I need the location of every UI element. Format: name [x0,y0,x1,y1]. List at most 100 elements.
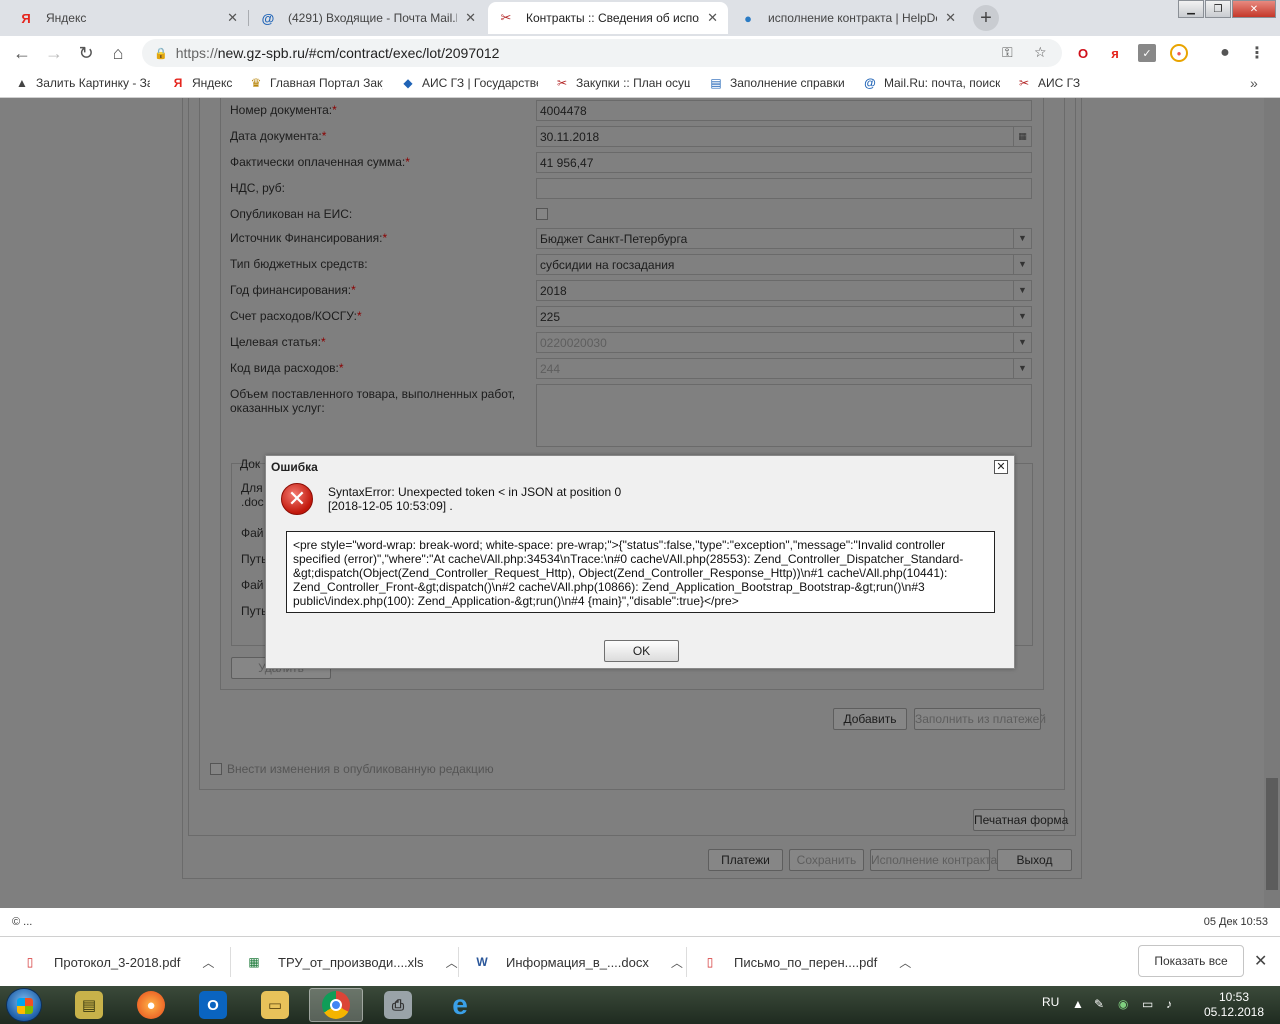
download-item[interactable]: ▯ Протокол_3-2018.pdf ︿ [22,937,215,987]
tray-monitor-icon[interactable]: ▭ [1142,997,1153,1011]
hint-text: Для [241,481,263,495]
chevron-up-icon[interactable]: ︿ [446,954,458,971]
minimize-button[interactable]: ▁ [1178,0,1204,18]
menu-icon[interactable]: ⋮ [1248,44,1266,62]
doc-date-label: Дата документа:* [230,129,327,143]
page-scrollbar[interactable] [1264,98,1280,908]
tray-tool-icon[interactable]: ✎ [1094,997,1104,1011]
browser-toolbar: ← → ↻ ⌂ 🔒 https://new.gz-spb.ru/#cm/cont… [0,36,1280,70]
chevron-up-icon[interactable]: ︿ [671,954,683,971]
address-bar[interactable]: 🔒 https://new.gz-spb.ru/#cm/contract/exe… [142,39,1062,67]
download-item[interactable]: ▯ Письмо_по_перен....pdf ︿ [702,937,912,987]
chevron-up-icon[interactable]: ︿ [202,954,214,971]
internet-explorer-icon: e [452,989,468,1020]
star-icon[interactable]: ☆ [1034,44,1047,61]
word-icon: W [476,955,488,969]
doc-number-input[interactable]: 4004478 [536,100,1032,121]
counter-icon[interactable]: ● [1170,44,1188,62]
dialog-close-button[interactable]: ✕ [994,460,1008,474]
tab-mail[interactable]: @ (4291) Входящие - Почта Mail.Ru ✕ [250,2,486,34]
funding-year-select[interactable]: 2018 ▼ [536,280,1032,301]
close-icon[interactable]: ✕ [465,10,476,26]
show-all-downloads-button[interactable]: Показать все [1138,945,1244,977]
exit-button[interactable]: Выход [997,849,1072,871]
path-label: Путь [241,604,268,618]
download-item[interactable]: W Информация_в_....docx ︿ [474,937,683,987]
vat-input[interactable] [536,178,1032,199]
account-select[interactable]: 225 ▼ [536,306,1032,327]
fill-from-payments-button[interactable]: Заполнить из платежей [914,708,1046,730]
profile-icon[interactable]: ● [1216,44,1234,62]
save-button[interactable]: Сохранить [789,849,864,871]
bookmark-item[interactable]: @ Mail.Ru: почта, поиск [862,75,1000,91]
budget-type-select[interactable]: субсидии на госзадания ▼ [536,254,1032,275]
taskbar-app-firefox[interactable]: ● [124,988,178,1022]
bookmark-label: Mail.Ru: почта, поиск [884,76,1000,90]
new-tab-button[interactable]: + [973,5,999,31]
taskbar-app-explorer[interactable]: ▭ [248,988,302,1022]
taskbar-app-fax[interactable]: ⎙ [371,988,425,1022]
close-icon[interactable]: ✕ [227,10,238,26]
tray-security-icon[interactable]: ◉ [1118,997,1128,1011]
bookmark-item[interactable]: Я Яндекс [170,75,232,91]
error-message-line: SyntaxError: Unexpected token < in JSON … [328,485,622,499]
payments-button[interactable]: Платежи [708,849,783,871]
start-button[interactable] [6,988,42,1022]
scrollbar-thumb[interactable] [1266,778,1278,890]
calendar-icon[interactable]: ▦ [1013,127,1031,146]
bookmark-item[interactable]: ✂ АИС ГЗ [1016,75,1086,91]
close-icon[interactable]: ✕ [945,10,956,26]
bookmark-label: Главная Портал Заку [270,76,383,90]
bookmarks-overflow-icon[interactable]: » [1250,75,1258,91]
print-form-button[interactable]: Печатная форма [973,809,1068,831]
tab-contracts[interactable]: ✂ Контракты :: Сведения об испол ✕ [488,2,728,34]
documents-group-legend: Док [240,457,261,471]
divider [686,947,687,977]
funding-source-select[interactable]: Бюджет Санкт-Петербурга ▼ [536,228,1032,249]
window-close-button[interactable]: ✕ [1232,0,1276,18]
tray-expand-icon[interactable]: ▲ [1072,997,1084,1011]
ok-button[interactable]: OK [604,640,679,662]
forward-button[interactable]: → [42,41,66,65]
download-item[interactable]: ▦ ТРУ_от_производи....xls ︿ [246,937,458,987]
taskbar-app-chrome[interactable] [309,988,363,1022]
key-icon[interactable]: ⚿ [1002,44,1013,61]
extension-icon[interactable]: ✓ [1138,44,1156,62]
add-button[interactable]: Добавить [833,708,907,730]
taskbar-app-outlook[interactable]: O [186,988,240,1022]
published-checkbox[interactable] [536,208,548,220]
expense-code-select[interactable]: 244 ▼ [536,358,1032,379]
bookmark-item[interactable]: ◆ АИС ГЗ | Государстве [400,75,538,91]
volume-icon[interactable]: ♪ [1166,997,1172,1011]
bookmark-item[interactable]: ▤ Заполнение справки [708,75,845,91]
home-button[interactable]: ⌂ [106,41,130,65]
close-icon[interactable]: ✕ [707,10,718,26]
doc-date-input[interactable]: 30.11.2018 ▦ [536,126,1032,147]
taskbar-app-explorer-notes[interactable]: ▤ [62,988,116,1022]
tab-label: исполнение контракта | HelpDe [768,11,938,25]
target-article-select[interactable]: 0220020030 ▼ [536,332,1032,353]
maximize-button[interactable]: ❐ [1205,0,1231,18]
clock-time: 10:53 [1218,990,1250,1004]
taskbar-app-ie[interactable]: e [433,988,487,1022]
system-clock[interactable]: 10:53 05.12.2018 [1200,990,1268,1020]
back-button[interactable]: ← [10,41,34,65]
chevron-down-icon: ▼ [1013,307,1031,326]
language-indicator[interactable]: RU [1042,995,1059,1009]
volume-textarea[interactable] [536,384,1032,447]
reload-button[interactable]: ↻ [74,41,98,65]
close-icon[interactable]: ✕ [1254,951,1267,971]
bookmark-item[interactable]: ✂ Закупки :: План осущ [554,75,690,91]
tab-yandex[interactable]: Я Яндекс ✕ [8,2,248,34]
contract-execution-button[interactable]: Исполнение контракта [870,849,997,871]
bookmark-item[interactable]: ♛ Главная Портал Заку [248,75,383,91]
chevron-up-icon[interactable]: ︿ [899,954,911,971]
bookmark-label: Заполнение справки [730,76,845,90]
yandex-ext-icon[interactable]: я [1106,44,1124,62]
bookmark-item[interactable]: ▲ Залить Картинку - За [14,75,150,91]
paid-sum-input[interactable]: 41 956,47 [536,152,1032,173]
tab-helpdesk[interactable]: ● исполнение контракта | HelpDe ✕ [730,2,966,34]
opera-icon[interactable]: O [1074,44,1092,62]
publish-changes-label: Внести изменения в опубликованную редакц… [227,762,494,776]
publish-changes-checkbox[interactable] [210,763,222,775]
